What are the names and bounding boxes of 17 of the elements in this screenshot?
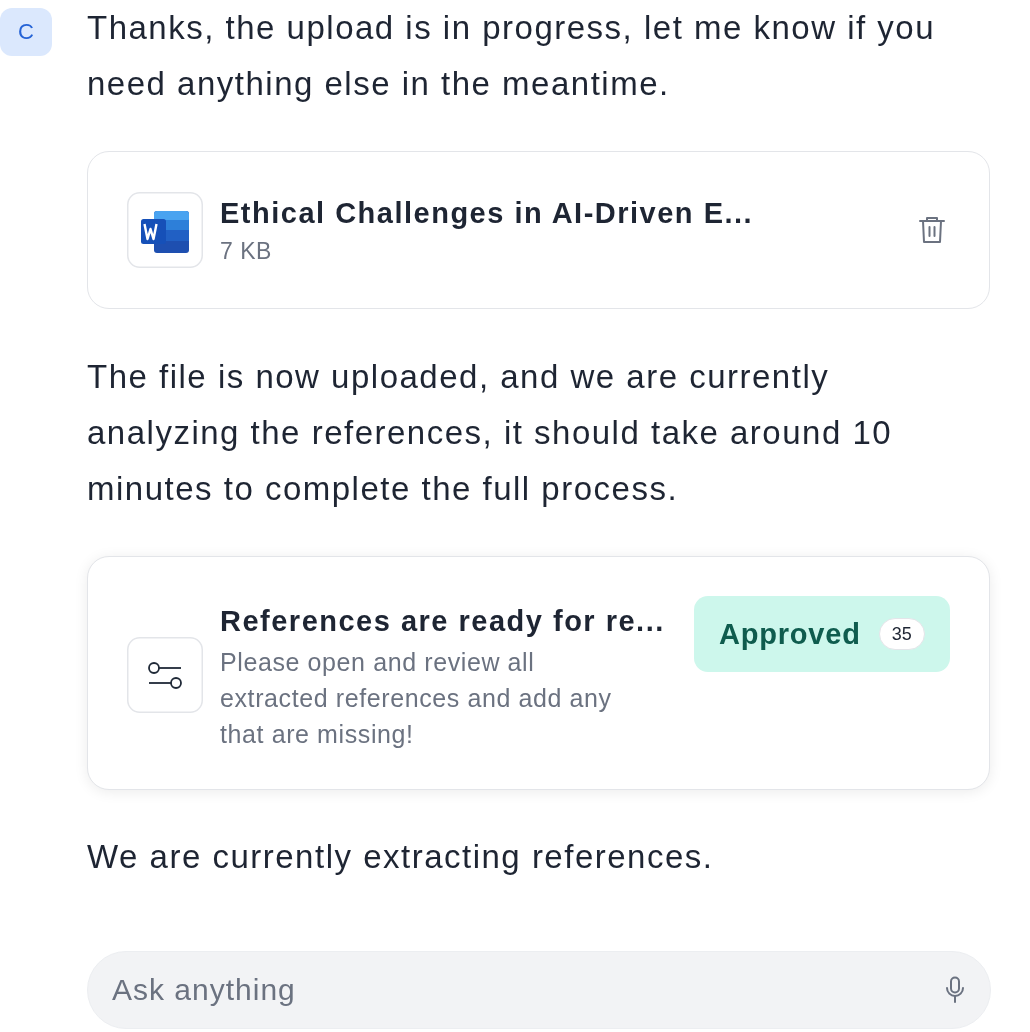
references-card[interactable]: References are ready for re... Please open and review all extracted references and add any that are missing! Approved 35 <box>87 556 990 790</box>
trash-icon <box>918 215 946 245</box>
avatar-badge: C <box>0 8 52 56</box>
microphone-button[interactable] <box>943 974 967 1006</box>
count-badge: 35 <box>878 618 925 650</box>
chat-input-field[interactable]: Ask anything <box>87 951 991 1029</box>
message-text: Thanks, the upload is in progress, let me know if you need anything else in the meantime. <box>87 8 937 104</box>
word-document-icon <box>127 192 203 268</box>
message-text: The file is now uploaded, and we are currently analyzing the references, it should take around 10 minutes to complete the full process. <box>87 357 894 509</box>
file-size: 7 KB <box>220 237 272 266</box>
status-label: Approved <box>719 617 861 651</box>
microphone-icon <box>945 976 965 1004</box>
card-description: Please open and review all extracted references and add any that are missing! <box>220 647 613 750</box>
card-title: References are ready for re... <box>220 604 665 639</box>
file-name: Ethical Challenges in AI-Driven E... <box>220 196 754 231</box>
sliders-icon <box>127 637 203 713</box>
message-text: We are currently extracting references. <box>87 837 714 877</box>
